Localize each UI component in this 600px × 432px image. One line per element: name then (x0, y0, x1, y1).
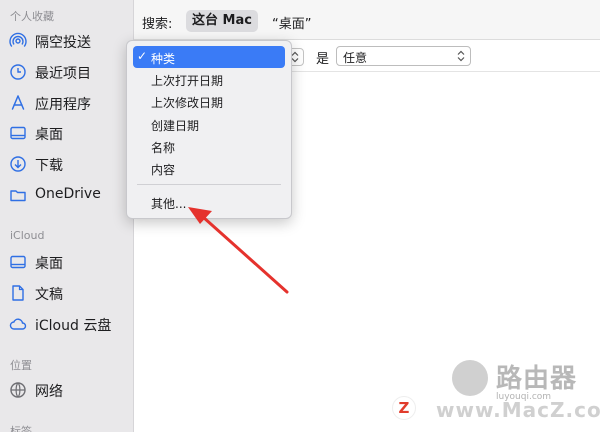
attribute-dropdown-menu: ✓ 种类 上次打开日期 上次修改日期 创建日期 名称 内容 其他... (126, 40, 292, 219)
search-label: 搜索: (142, 17, 173, 32)
sidebar-item-downloads[interactable]: 下载 (0, 150, 134, 178)
network-icon (9, 381, 27, 399)
sidebar-item-recents[interactable]: 最近项目 (0, 58, 134, 86)
menu-item-label: 名称 (151, 141, 176, 155)
sidebar-item-label: 应用程序 (35, 97, 91, 113)
sidebar-item-onedrive[interactable]: OneDrive (0, 181, 134, 209)
desktop-icon (9, 253, 27, 271)
sidebar-item-airdrop[interactable]: 隔空投送 (0, 27, 134, 55)
menu-item-label: 内容 (151, 163, 176, 177)
checkmark-icon: ✓ (137, 49, 148, 63)
menu-item-other[interactable]: 其他... (133, 191, 285, 213)
router-logo-icon (452, 360, 488, 396)
sidebar-item-label: iCloud 云盘 (35, 318, 112, 334)
scope-this-mac-button[interactable]: 这台 Mac (186, 10, 258, 32)
tags-header: 标签 (10, 425, 32, 432)
favorites-header: 个人收藏 (10, 10, 54, 23)
menu-item-label: 其他... (151, 197, 187, 211)
downloads-icon (9, 155, 27, 173)
sidebar-item-documents[interactable]: 文稿 (0, 279, 134, 307)
airdrop-icon (9, 32, 27, 50)
menu-item-contents[interactable]: 内容 (133, 157, 285, 179)
scope-desktop-button[interactable]: “桌面” (272, 13, 311, 32)
value-popup-label: 任意 (343, 51, 368, 65)
clock-icon (9, 63, 27, 81)
sidebar: 个人收藏 隔空投送 最近项目 应用程序 桌面 下载 OneDrive iClou… (0, 0, 134, 432)
sidebar-item-label: 隔空投送 (35, 35, 91, 51)
watermark-title: 路由器 (496, 364, 578, 394)
sidebar-item-icloud-drive[interactable]: iCloud 云盘 (0, 310, 134, 338)
menu-item-label: 上次打开日期 (151, 74, 224, 88)
sidebar-item-icloud-desktop[interactable]: 桌面 (0, 248, 134, 276)
cloud-icon (9, 315, 27, 333)
menu-separator (137, 184, 281, 185)
z-logo-icon: Z (392, 396, 416, 420)
document-icon (9, 284, 27, 302)
folder-icon (9, 186, 27, 204)
sidebar-item-label: OneDrive (35, 186, 101, 202)
sidebar-item-applications[interactable]: 应用程序 (0, 89, 134, 117)
icloud-header: iCloud (10, 229, 45, 242)
menu-item-label: 上次修改日期 (151, 96, 224, 110)
sidebar-item-label: 文稿 (35, 287, 63, 303)
sidebar-item-label: 桌面 (35, 127, 63, 143)
chevron-updown-icon (457, 50, 465, 62)
menu-item-created-date[interactable]: 创建日期 (133, 113, 285, 135)
sidebar-item-label: 下载 (35, 158, 63, 174)
menu-item-label: 种类 (151, 52, 176, 66)
locations-header: 位置 (10, 359, 32, 372)
menu-item-last-modified-date[interactable]: 上次修改日期 (133, 90, 285, 112)
sidebar-item-network[interactable]: 网络 (0, 376, 134, 404)
menu-item-last-opened-date[interactable]: 上次打开日期 (133, 68, 285, 90)
applications-icon (9, 94, 27, 112)
watermark: 路由器 luyouqi.com Z www.MacZ.com (392, 358, 600, 426)
sidebar-item-label: 网络 (35, 384, 63, 400)
menu-item-name[interactable]: 名称 (133, 135, 285, 157)
menu-item-label: 创建日期 (151, 119, 200, 133)
sidebar-item-label: 最近项目 (35, 66, 91, 82)
search-scope-bar: 搜索: 这台 Mac “桌面” (134, 0, 600, 40)
desktop-icon (9, 124, 27, 142)
value-popup[interactable]: 任意 (336, 46, 471, 66)
sidebar-item-label: 桌面 (35, 256, 63, 272)
sidebar-item-desktop[interactable]: 桌面 (0, 119, 134, 147)
watermark-url: www.MacZ.com (436, 398, 600, 422)
operator-label: 是 (316, 52, 330, 67)
menu-item-kind[interactable]: ✓ 种类 (133, 46, 285, 68)
